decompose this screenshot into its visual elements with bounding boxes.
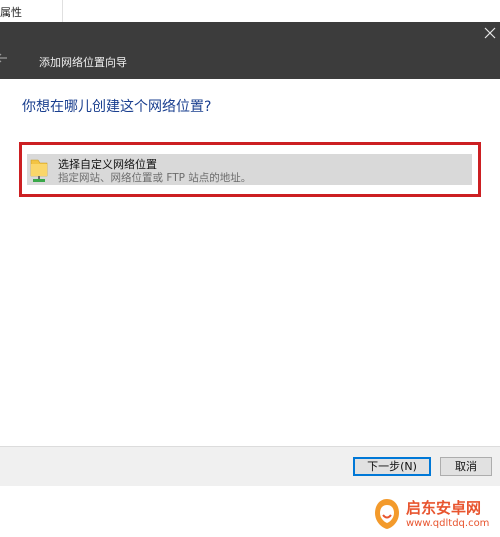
watermark-name: 启东安卓网 — [406, 499, 482, 517]
screenshot: 属性 添加网络位置向导 你想在哪儿创建这个网络位置? 选择自定义网络位置 指定网… — [0, 0, 500, 537]
wizard-title: 添加网络位置向导 — [39, 56, 127, 69]
back-arrow-icon[interactable] — [0, 51, 9, 65]
background-divider — [62, 0, 63, 22]
site-watermark: 启东安卓网 www.qdltdq.com — [372, 497, 498, 533]
cancel-button[interactable]: 取消 — [440, 457, 492, 476]
close-icon[interactable] — [484, 27, 496, 39]
network-folder-icon — [30, 159, 48, 182]
option-description: 指定网站、网络位置或 FTP 站点的地址。 — [58, 172, 252, 184]
page-question: 你想在哪儿创建这个网络位置? — [22, 99, 212, 115]
wizard-header: 添加网络位置向导 — [0, 22, 500, 79]
wizard-footer: 下一步(N) 取消 — [0, 446, 500, 486]
watermark-url: www.qdltdq.com — [406, 518, 490, 529]
background-window-titlebar: 属性 — [0, 0, 500, 22]
background-window-title: 属性 — [0, 6, 22, 19]
watermark-logo-icon — [375, 499, 399, 529]
next-button[interactable]: 下一步(N) — [353, 457, 431, 476]
add-network-location-wizard: 添加网络位置向导 你想在哪儿创建这个网络位置? 选择自定义网络位置 指定网站、网… — [0, 22, 500, 486]
option-custom-network-location[interactable]: 选择自定义网络位置 指定网站、网络位置或 FTP 站点的地址。 — [27, 154, 472, 185]
